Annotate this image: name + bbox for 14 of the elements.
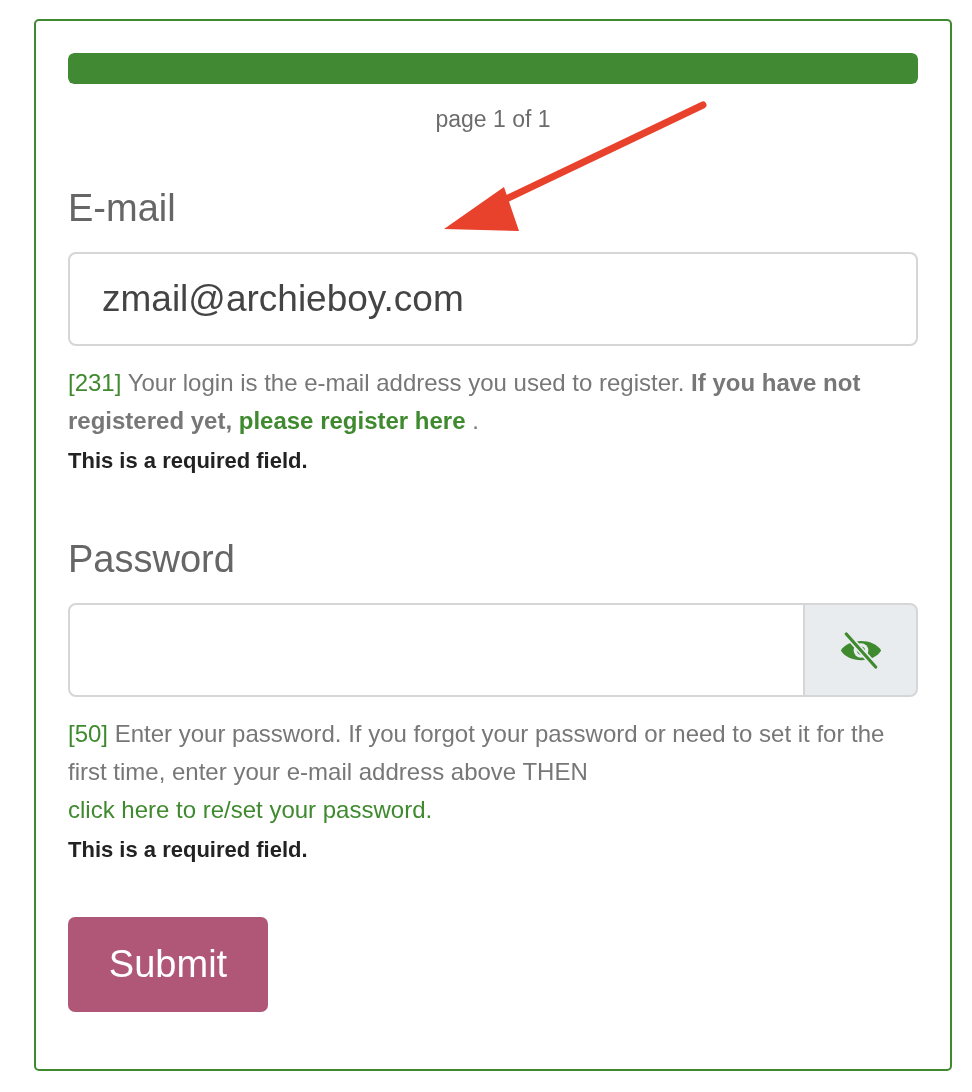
required-message: This is a required field. <box>68 837 308 863</box>
password-label: Password <box>68 538 235 581</box>
reset-password-link[interactable]: click here to re/set your password. <box>68 796 433 823</box>
password-field[interactable] <box>68 603 805 697</box>
page-indicator: page 1 of 1 <box>435 106 551 133</box>
show-password-button[interactable] <box>803 603 918 697</box>
submit-button[interactable]: Submit <box>68 917 268 1012</box>
register-link[interactable]: please register here <box>238 407 466 434</box>
eye-slash-icon <box>838 631 883 669</box>
help-text: [231] Your login is the e-mail address you used to register. If you have not registered yet, please register here . <box>68 368 862 436</box>
required-message: This is a required field. <box>68 448 308 474</box>
help-text: [50] Enter your password. If you forgot your password or need to set it for the first time, enter your e-mail address above THEN click here to re/set your password. <box>68 719 886 825</box>
email-field[interactable]: zmail@archieboy.com <box>68 252 918 346</box>
email-label: E-mail <box>68 187 176 230</box>
